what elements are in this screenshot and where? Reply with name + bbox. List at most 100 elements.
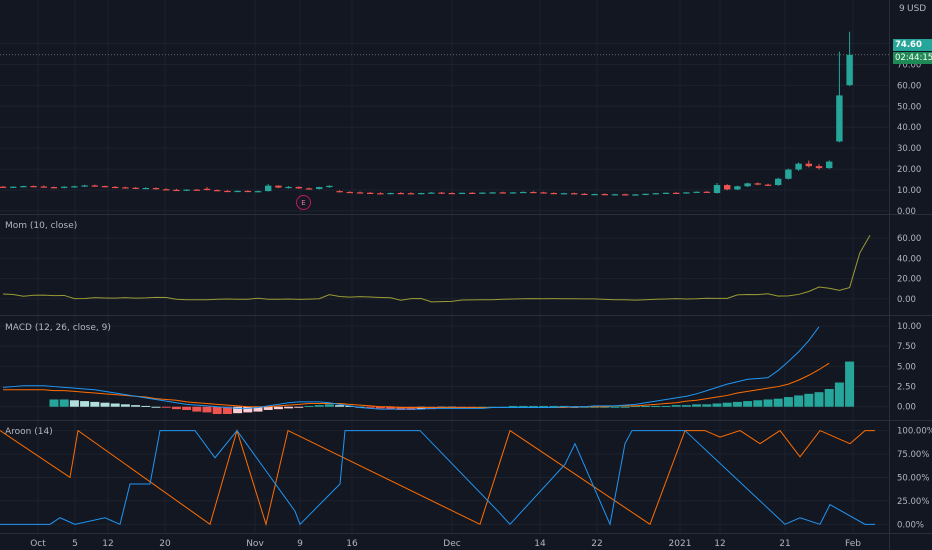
macd-line (2, 326, 820, 410)
currency-label[interactable]: USD (907, 4, 926, 14)
macd-histogram-bar (722, 402, 732, 407)
candle-body (540, 192, 547, 194)
y-tick-label: 20.00 (897, 165, 921, 175)
macd-histogram-bar (182, 406, 192, 410)
candle-body (632, 194, 639, 196)
bar-countdown-tag: 02:44:15 (893, 52, 932, 64)
candle-body (407, 193, 415, 195)
macd-histogram-bar (671, 405, 681, 407)
candle-body (509, 192, 517, 194)
macd-histogram-bar (681, 405, 691, 407)
candle-body (418, 192, 425, 195)
candle-body (724, 185, 731, 190)
macd-histogram-bar (845, 361, 855, 407)
y-tick-label: 60.00 (897, 81, 921, 91)
candle-body (203, 188, 211, 191)
candle-body (50, 187, 58, 189)
macd-histogram-bar (212, 406, 222, 414)
candle-body (326, 185, 333, 188)
candle-body (234, 190, 241, 193)
macd-histogram-bar (763, 399, 773, 407)
x-tick-label: Dec (443, 539, 460, 549)
candle-body (744, 183, 751, 187)
candle-body (734, 186, 741, 190)
macd-histogram-bar (314, 405, 324, 407)
y-tick-label: 20.00 (897, 275, 921, 285)
candle-body (122, 187, 129, 189)
macd-histogram-bar (620, 406, 630, 408)
candle-body (673, 192, 680, 194)
candle-body (785, 169, 792, 179)
macd-histogram-bar (814, 392, 824, 407)
candle-body (428, 192, 435, 194)
macd-pane-title[interactable]: MACD (12, 26, close, 9) (5, 323, 111, 333)
macd-signal-line (3, 362, 830, 409)
macd-histogram-bar (110, 403, 120, 407)
macd-histogram-bar (712, 403, 722, 407)
macd-histogram-bar (171, 406, 181, 410)
macd-histogram-bar (692, 404, 702, 407)
candle-body (560, 193, 568, 195)
candle-body (0, 186, 7, 188)
macd-histogram-bar (834, 382, 844, 407)
momentum-line (2, 235, 871, 303)
candle-body (10, 186, 17, 188)
y-tick-label: 0.00 (897, 207, 916, 217)
aroon-pane-title[interactable]: Aroon (14) (5, 427, 53, 437)
candle-body (520, 191, 527, 194)
scale-settings-number[interactable]: 9 (899, 4, 905, 14)
earnings-event-marker[interactable]: E (296, 195, 311, 210)
candle-body (683, 192, 690, 194)
candle-body (285, 186, 292, 189)
macd-histogram-bar (549, 405, 559, 407)
y-tick-label: 60.00 (897, 234, 921, 244)
candle-body (132, 187, 139, 189)
y-tick-label: 10.00 (897, 322, 921, 332)
macd-histogram-bar (732, 401, 742, 407)
x-tick-label: 20 (159, 539, 171, 549)
candle-body (173, 189, 180, 192)
y-tick-label: 25.00% (897, 497, 929, 507)
candle-body (693, 191, 700, 193)
y-tick-label: 7.50 (897, 342, 916, 352)
candle-body (703, 191, 710, 193)
candle-body (713, 185, 721, 193)
macd-histogram-bar (641, 405, 651, 407)
candle-body (530, 191, 537, 194)
x-tick-label: 2021 (669, 539, 692, 549)
candle-body (152, 187, 160, 190)
last-price-tag: 74.60 (893, 39, 932, 51)
candle-body (458, 192, 466, 194)
candle-body (805, 163, 812, 167)
macd-histogram-bar (528, 405, 538, 407)
candle-body (591, 194, 598, 196)
candle-body (61, 186, 68, 188)
macd-histogram-bar (804, 393, 814, 407)
candle-body (356, 192, 364, 194)
y-tick-label: 0.00 (897, 295, 916, 305)
y-tick-label: 75.00% (897, 450, 929, 460)
macd-histogram-bar (80, 401, 90, 407)
candle-body (836, 95, 843, 142)
candle-body (479, 192, 486, 194)
candle-body (275, 185, 282, 188)
candle-body (163, 189, 170, 191)
x-tick-label: 9 (297, 539, 303, 549)
macd-histogram-bar (161, 406, 171, 408)
y-tick-label: 100.00% (897, 427, 932, 437)
macd-histogram-bar (59, 399, 69, 407)
candle-body (662, 192, 670, 194)
macd-histogram-bar (773, 398, 783, 407)
y-tick-label: 30.00 (897, 144, 921, 154)
x-tick-label: 21 (779, 539, 790, 549)
candle-body (101, 186, 109, 188)
y-tick-label: 40.00 (897, 254, 921, 264)
macd-histogram-bar (192, 406, 202, 412)
candle-body (764, 184, 772, 186)
momentum-pane-title[interactable]: Mom (10, close) (5, 221, 77, 231)
candle-body (377, 193, 384, 195)
y-tick-label: 10.00 (897, 186, 921, 196)
candle-body (469, 192, 476, 194)
macd-histogram-bar (743, 401, 753, 407)
macd-histogram-bar (610, 406, 620, 408)
